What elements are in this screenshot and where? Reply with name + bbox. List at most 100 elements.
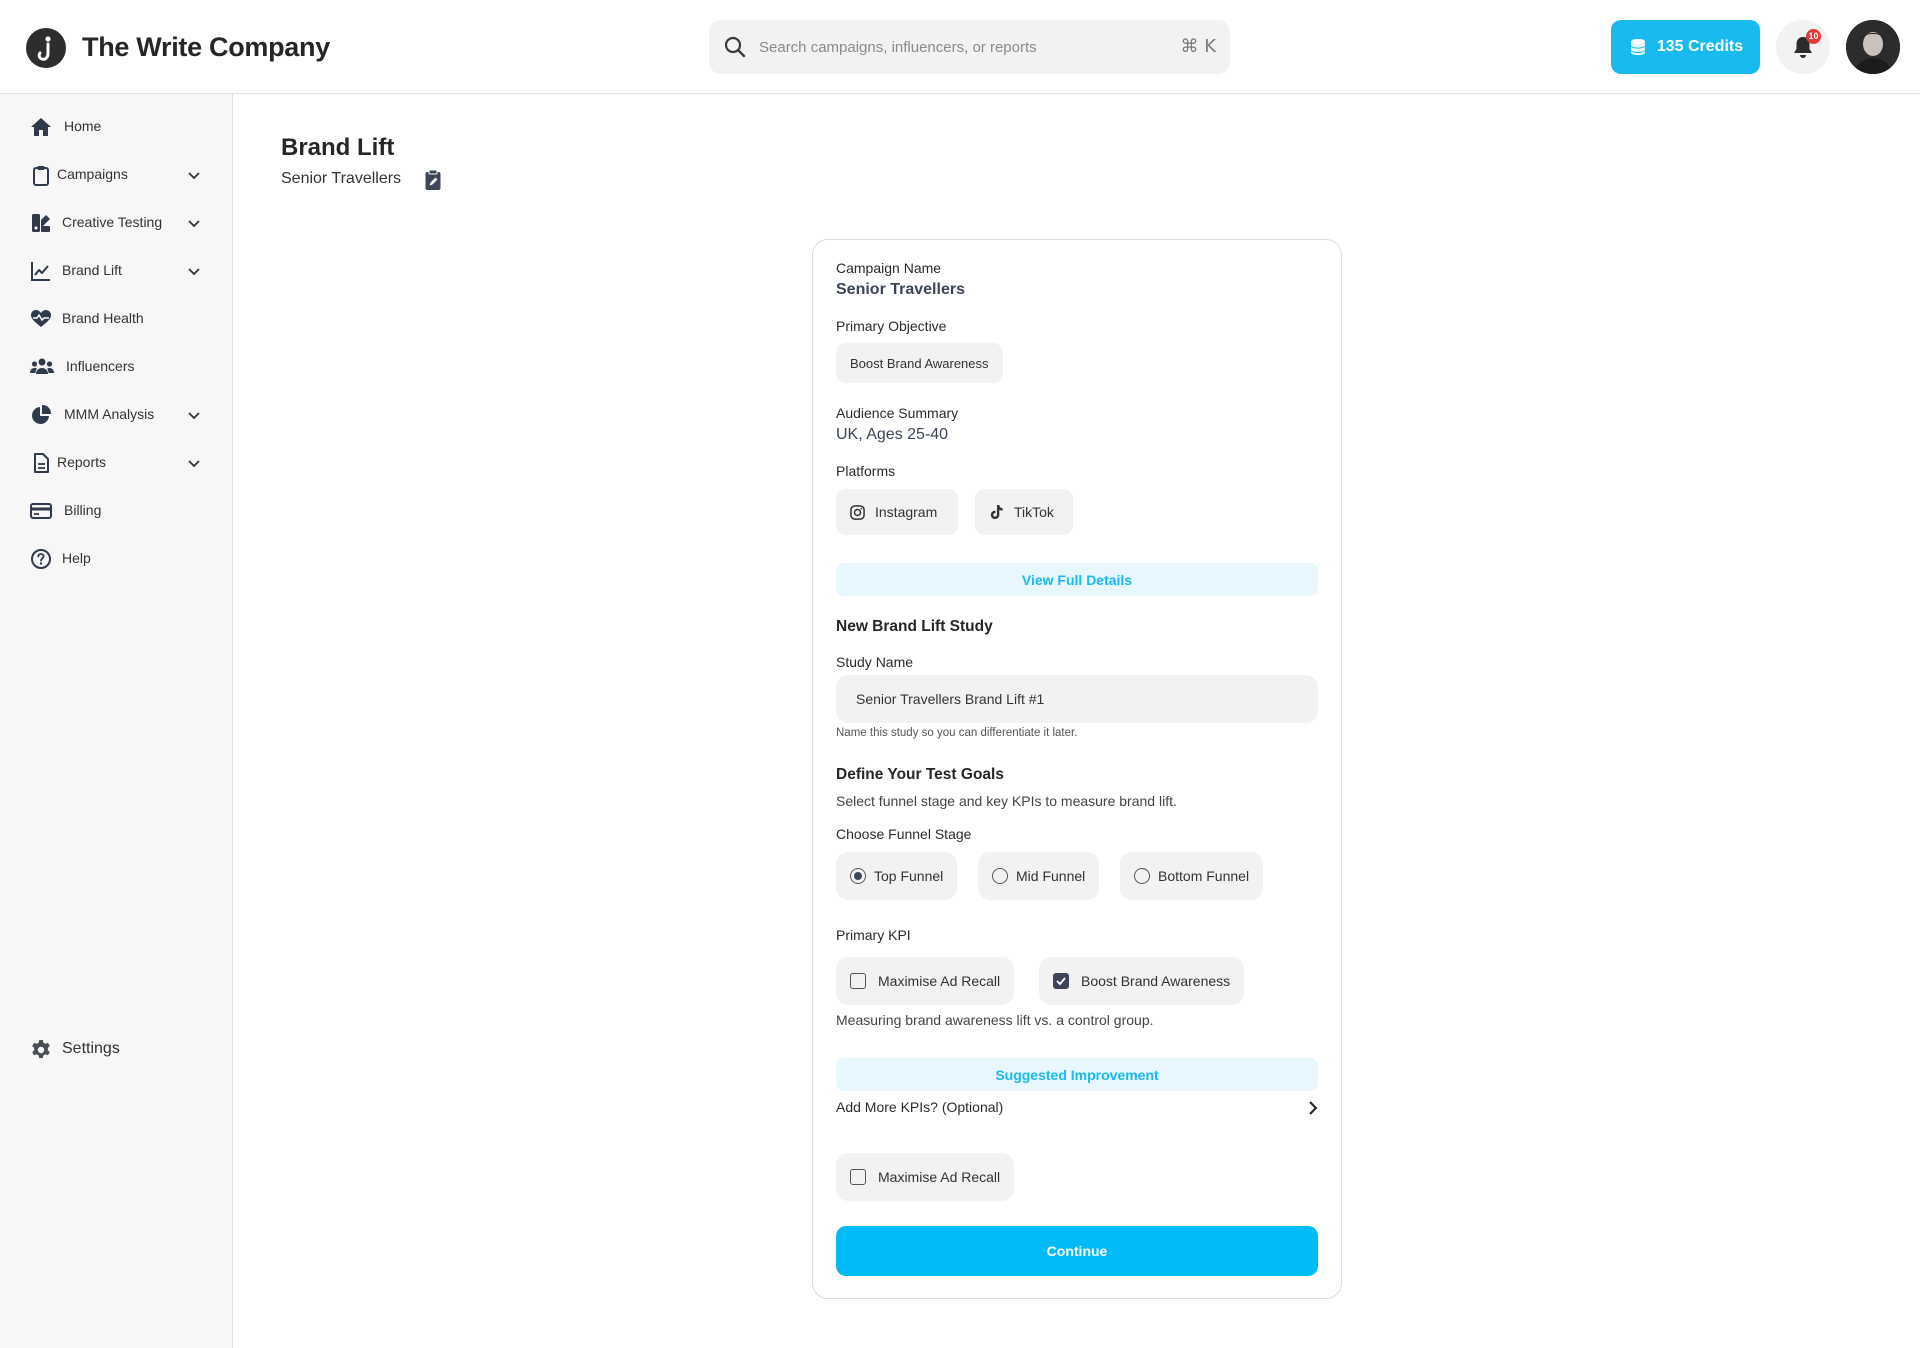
sidebar-item-creative-testing[interactable]: Creative Testing bbox=[0, 201, 232, 245]
primary-objective-chip: Boost Brand Awareness bbox=[836, 343, 1003, 383]
users-icon bbox=[30, 358, 54, 374]
chevron-down-icon[interactable] bbox=[186, 263, 202, 279]
primary-kpi-ad-recall[interactable]: Maximise Ad Recall bbox=[836, 957, 1015, 1005]
radio-unselected[interactable] bbox=[992, 868, 1008, 884]
settings-label: Settings bbox=[62, 1040, 120, 1057]
primary-objective-label: Primary Objective bbox=[836, 318, 947, 334]
gear-icon bbox=[32, 1040, 50, 1059]
credits-label: 135 Credits bbox=[1656, 38, 1744, 55]
sidebar-item-label: Billing bbox=[64, 502, 102, 518]
sidebar-item-campaigns[interactable]: Campaigns bbox=[0, 153, 232, 197]
avatar-image bbox=[1846, 20, 1900, 74]
primary-kpi-brand-awareness[interactable]: Boost Brand Awareness bbox=[1039, 957, 1245, 1005]
page-title: Brand Lift bbox=[281, 134, 395, 161]
clipboard-edit-icon[interactable] bbox=[424, 169, 442, 191]
coins-icon bbox=[1630, 38, 1645, 56]
funnel-option-label: Top Funnel bbox=[874, 868, 944, 884]
sidebar-item-brand-lift[interactable]: Brand Lift bbox=[0, 249, 232, 293]
checkmark-icon bbox=[1056, 977, 1066, 986]
line-chart-icon bbox=[31, 262, 50, 281]
platform-chip-instagram: Instagram bbox=[836, 489, 958, 535]
tiktok-icon bbox=[990, 504, 1003, 520]
funnel-stage-label: Choose Funnel Stage bbox=[836, 826, 972, 842]
goals-description: Select funnel stage and key KPIs to meas… bbox=[836, 793, 1177, 809]
campaign-name-value: Senior Travellers bbox=[836, 281, 965, 298]
sidebar-item-label: Brand Lift bbox=[62, 262, 122, 278]
add-more-kpis-toggle[interactable]: Add More KPIs? (Optional) bbox=[836, 1096, 1321, 1120]
funnel-option-label: Bottom Funnel bbox=[1158, 868, 1250, 884]
funnel-option-top[interactable]: Top Funnel bbox=[836, 852, 958, 900]
sidebar-item-billing[interactable]: Billing bbox=[0, 489, 232, 533]
study-name-label: Study Name bbox=[836, 654, 914, 670]
sidebar-item-help[interactable]: Help bbox=[0, 537, 232, 581]
brand-logo[interactable] bbox=[26, 28, 66, 68]
app-title: The Write Company bbox=[82, 32, 330, 62]
chevron-down-icon[interactable] bbox=[186, 167, 202, 183]
sidebar-item-mmm-analysis[interactable]: MMM Analysis bbox=[0, 393, 232, 437]
notifications-button[interactable]: 10 bbox=[1776, 20, 1830, 74]
sidebar-item-label: Help bbox=[62, 550, 91, 566]
heart-pulse-icon bbox=[31, 310, 51, 327]
top-header: The Write Company ⌘ K 135 Credits 10 bbox=[0, 0, 1920, 94]
study-name-input[interactable] bbox=[836, 675, 1318, 723]
checkbox-checked[interactable] bbox=[1053, 973, 1069, 989]
creative-testing-icon bbox=[32, 214, 50, 232]
credits-button[interactable]: 135 Credits bbox=[1611, 20, 1760, 74]
sidebar-item-settings[interactable]: Settings bbox=[0, 1028, 232, 1072]
sidebar-item-label: Creative Testing bbox=[62, 214, 163, 230]
logo-mark-icon bbox=[37, 36, 51, 61]
search-shortcut-hint: ⌘ K bbox=[1180, 36, 1216, 57]
kpi-note: Measuring brand awareness lift vs. a con… bbox=[836, 1012, 1154, 1028]
checkbox-unchecked[interactable] bbox=[850, 1169, 866, 1185]
sidebar-item-label: MMM Analysis bbox=[64, 406, 155, 422]
pie-chart-icon bbox=[32, 404, 52, 424]
primary-kpi-label: Primary KPI bbox=[836, 927, 911, 943]
suggested-improvement-button[interactable]: Suggested Improvement bbox=[836, 1058, 1318, 1091]
funnel-option-label: Mid Funnel bbox=[1016, 868, 1086, 884]
sidebar-item-label: Influencers bbox=[66, 358, 135, 374]
primary-objective-value: Boost Brand Awareness bbox=[850, 355, 989, 371]
checkbox-unchecked[interactable] bbox=[850, 973, 866, 989]
home-icon bbox=[31, 118, 51, 136]
funnel-option-mid[interactable]: Mid Funnel bbox=[978, 852, 1100, 900]
more-kpi-ad-recall[interactable]: Maximise Ad Recall bbox=[836, 1153, 1015, 1201]
chevron-down-icon[interactable] bbox=[186, 215, 202, 231]
chevron-down-icon[interactable] bbox=[186, 455, 202, 471]
instagram-icon bbox=[850, 504, 865, 520]
study-name-help-text: Name this study so you can differentiate… bbox=[836, 727, 1078, 739]
new-study-heading: New Brand Lift Study bbox=[836, 618, 993, 635]
view-full-details-button[interactable]: View Full Details bbox=[836, 563, 1318, 596]
kpi-option-label: Maximise Ad Recall bbox=[878, 973, 1001, 989]
help-circle-icon bbox=[31, 549, 51, 569]
sidebar-item-label: Reports bbox=[57, 454, 107, 470]
continue-button[interactable]: Continue bbox=[836, 1226, 1318, 1276]
clipboard-icon bbox=[33, 166, 49, 186]
platform-label: TikTok bbox=[1014, 504, 1054, 520]
sidebar-item-reports[interactable]: Reports bbox=[0, 441, 232, 485]
goals-heading: Define Your Test Goals bbox=[836, 766, 1004, 783]
campaign-card: Campaign Name Senior Travellers Primary … bbox=[812, 239, 1342, 1299]
search-input[interactable] bbox=[759, 32, 1139, 62]
chevron-right-icon bbox=[1309, 1101, 1318, 1115]
page-subtitle: Senior Travellers bbox=[281, 170, 402, 187]
notification-count-badge: 10 bbox=[1806, 29, 1821, 44]
sidebar-item-brand-health[interactable]: Brand Health bbox=[0, 297, 232, 341]
funnel-option-bottom[interactable]: Bottom Funnel bbox=[1120, 852, 1264, 900]
kpi-option-label: Boost Brand Awareness bbox=[1081, 973, 1231, 989]
radio-unselected[interactable] bbox=[1134, 868, 1150, 884]
document-icon bbox=[34, 453, 49, 473]
sidebar-item-influencers[interactable]: Influencers bbox=[0, 345, 232, 389]
sidebar-item-label: Campaigns bbox=[57, 166, 128, 182]
search-icon bbox=[724, 36, 746, 58]
campaign-name-label: Campaign Name bbox=[836, 260, 942, 276]
user-avatar[interactable] bbox=[1846, 20, 1900, 74]
sidebar-item-home[interactable]: Home bbox=[0, 105, 232, 149]
radio-selected[interactable] bbox=[850, 868, 866, 884]
platforms-label: Platforms bbox=[836, 463, 896, 479]
chevron-down-icon[interactable] bbox=[186, 407, 202, 423]
add-more-kpis-label: Add More KPIs? (Optional) bbox=[836, 1099, 1004, 1115]
audience-summary-value: UK, Ages 25-40 bbox=[836, 426, 949, 443]
credit-card-icon bbox=[30, 503, 52, 519]
kpi-option-label: Maximise Ad Recall bbox=[878, 1169, 1001, 1185]
global-search[interactable]: ⌘ K bbox=[709, 20, 1230, 74]
